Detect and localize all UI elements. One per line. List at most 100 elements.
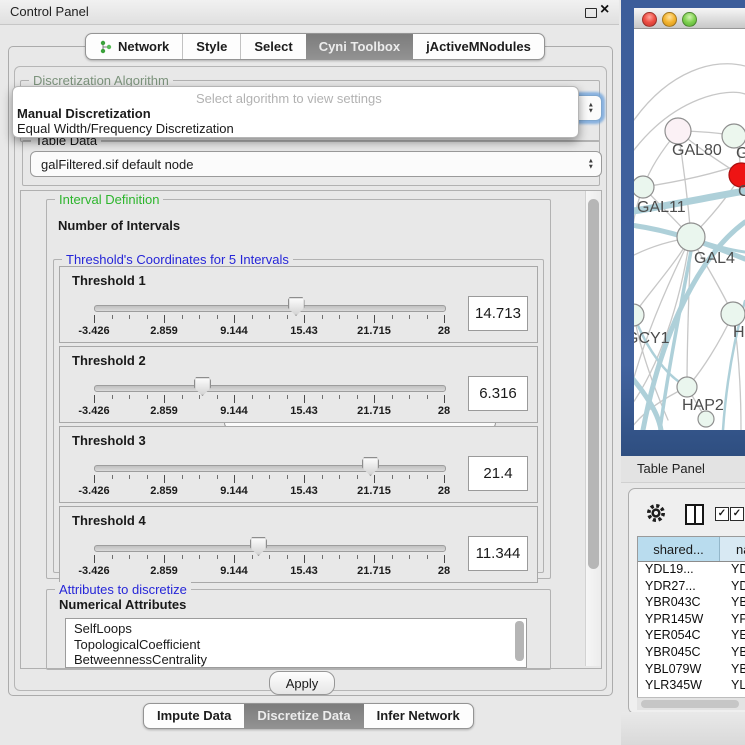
cell-shared-name[interactable]: YDL19... — [638, 562, 726, 579]
horizontal-scrollbar-thumb[interactable] — [641, 700, 739, 708]
slider-thumb[interactable] — [362, 457, 379, 476]
gear-icon[interactable] — [645, 502, 667, 524]
minimize-traffic-light-icon[interactable] — [662, 12, 677, 27]
cell-shared-name[interactable]: YBR043C — [638, 595, 726, 612]
numerical-attributes-list[interactable]: SelfLoopsTopologicalCoefficientBetweenne… — [65, 618, 527, 668]
tab-select[interactable]: Select — [240, 34, 305, 59]
table-data-combo[interactable]: galFiltered.sif default node ▲▼ — [30, 151, 602, 177]
cell-name[interactable]: YLR3 — [726, 678, 745, 695]
cell-name[interactable]: YDL1 — [726, 562, 745, 579]
column-header-name[interactable]: na — [720, 537, 745, 561]
apply-button[interactable]: Apply — [269, 671, 335, 695]
tab-infer-network[interactable]: Infer Network — [364, 704, 473, 728]
slider-thumb[interactable] — [288, 297, 305, 316]
table-row[interactable]: YER054CYER0 — [638, 628, 745, 645]
cell-name[interactable]: YDR2 — [726, 579, 745, 596]
node-gal4[interactable] — [677, 223, 705, 251]
table-row[interactable]: YDR27...YDR2 — [638, 579, 745, 596]
slider-track[interactable] — [94, 545, 446, 552]
slider-thumb[interactable] — [194, 377, 211, 396]
cell-name[interactable]: YER0 — [726, 628, 745, 645]
horizontal-scrollbar[interactable] — [637, 697, 745, 710]
algorithm-option-equal-width-frequency-discretization[interactable]: Equal Width/Frequency Discretization — [17, 121, 234, 136]
slider-tick — [112, 475, 113, 479]
cell-shared-name[interactable]: YER054C — [638, 628, 726, 645]
list-scrollbar[interactable] — [515, 621, 524, 661]
slider-tick — [94, 315, 95, 323]
attribute-item-selfloops[interactable]: SelfLoops — [74, 621, 526, 637]
bottom-tab-bar: Impute DataDiscretize Data Infer Network — [143, 703, 474, 729]
threshold-slider[interactable]: -3.4262.8599.14415.4321.71528 — [94, 507, 444, 582]
node-h[interactable] — [721, 302, 745, 326]
threshold-slider[interactable]: -3.4262.8599.14415.4321.71528 — [94, 347, 444, 422]
tab-infer-network-label: Infer Network — [377, 705, 460, 727]
select-none-checkbox-icon[interactable]: ✓ — [730, 507, 744, 521]
cell-name[interactable]: YBR0 — [726, 645, 745, 662]
threshold-panels: Threshold 1-3.4262.8599.14415.4321.71528… — [59, 266, 538, 586]
slider-thumb[interactable] — [250, 537, 267, 556]
tab-cyni-toolbox[interactable]: Cyni Toolbox — [306, 34, 413, 59]
table-row[interactable]: YPR145WYPR1 — [638, 612, 745, 629]
node-gal11[interactable] — [634, 176, 654, 198]
top-tab-bar: NetworkStyleSelectCyni ToolboxjActiveMNo… — [85, 33, 545, 60]
tab-network[interactable]: Network — [86, 34, 182, 59]
cell-shared-name[interactable]: YBL079W — [638, 662, 726, 679]
table-row[interactable]: YLR345WYLR3 — [638, 678, 745, 695]
slider-track[interactable] — [94, 305, 446, 312]
threshold-value-field[interactable]: 6.316 — [468, 376, 528, 411]
slider-tick — [252, 555, 253, 559]
close-traffic-light-icon[interactable] — [642, 12, 657, 27]
slider-tick — [269, 395, 270, 399]
cell-shared-name[interactable]: YBR045C — [638, 645, 726, 662]
tab-discretize-data[interactable]: Discretize Data — [244, 704, 363, 728]
slider-track[interactable] — [94, 465, 446, 472]
attribute-item-betweennesscentrality[interactable]: BetweennessCentrality — [74, 652, 526, 668]
close-icon[interactable]: × — [600, 1, 609, 19]
node-hap2[interactable] — [677, 377, 697, 397]
apply-button-label: Apply — [286, 676, 319, 691]
bottom-spacer — [621, 712, 745, 745]
network-window-titlebar[interactable] — [634, 8, 745, 29]
slider-track[interactable] — [94, 385, 446, 392]
columns-icon[interactable] — [685, 504, 704, 525]
threshold-value-field[interactable]: 14.713 — [468, 296, 528, 331]
threshold-value-field[interactable]: 21.4 — [468, 456, 528, 491]
tab-style[interactable]: Style — [182, 34, 240, 59]
cell-shared-name[interactable]: YLR345W — [638, 678, 726, 695]
column-header-shared-name[interactable]: shared... — [638, 537, 720, 561]
node-table[interactable]: shared... na YDL19...YDL1YDR27...YDR2YBR… — [637, 536, 745, 698]
numerical-attributes-label: Numerical Attributes — [59, 597, 186, 612]
slider-scale-label: 9.144 — [220, 405, 248, 417]
network-icon — [99, 40, 113, 54]
vertical-scrollbar[interactable] — [585, 191, 601, 666]
cell-shared-name[interactable]: YPR145W — [638, 612, 726, 629]
network-view-frame[interactable]: GAL80GALCGAL11GAL4GCY1HHAP2 — [621, 0, 745, 456]
select-all-checkbox-icon[interactable]: ✓ — [715, 507, 729, 521]
cell-name[interactable]: YPR1 — [726, 612, 745, 629]
cell-name[interactable]: YBL0 — [726, 662, 745, 679]
node-gcy1[interactable] — [634, 304, 644, 326]
network-canvas[interactable]: GAL80GALCGAL11GAL4GCY1HHAP2 — [634, 28, 745, 430]
slider-tick — [94, 555, 95, 563]
attribute-item-topologicalcoefficient[interactable]: TopologicalCoefficient — [74, 637, 526, 653]
table-row[interactable]: YDL19...YDL1 — [638, 562, 745, 579]
tab-impute-data[interactable]: Impute Data — [144, 704, 244, 728]
table-row[interactable]: YBR043CYBR0 — [638, 595, 745, 612]
tab-jactivemnodules[interactable]: jActiveMNodules — [413, 34, 544, 59]
algorithm-option-manual-discretization[interactable]: Manual Discretization — [17, 106, 151, 121]
table-row[interactable]: YBL079WYBL0 — [638, 662, 745, 679]
cell-name[interactable]: YBR0 — [726, 595, 745, 612]
table-row[interactable]: YBR045CYBR0 — [638, 645, 745, 662]
slider-tick — [304, 555, 305, 563]
cell-shared-name[interactable]: YDR27... — [638, 579, 726, 596]
slider-tick — [269, 555, 270, 559]
slider-tick — [357, 475, 358, 479]
float-window-icon[interactable] — [585, 8, 597, 18]
threshold-value-field[interactable]: 11.344 — [468, 536, 528, 571]
threshold-slider[interactable]: -3.4262.8599.14415.4321.71528 — [94, 427, 444, 502]
zoom-traffic-light-icon[interactable] — [682, 12, 697, 27]
slider-tick — [217, 395, 218, 399]
node-gal80[interactable] — [665, 118, 691, 144]
threshold-slider[interactable]: -3.4262.8599.14415.4321.71528 — [94, 267, 444, 342]
vertical-scrollbar-thumb[interactable] — [588, 199, 599, 569]
